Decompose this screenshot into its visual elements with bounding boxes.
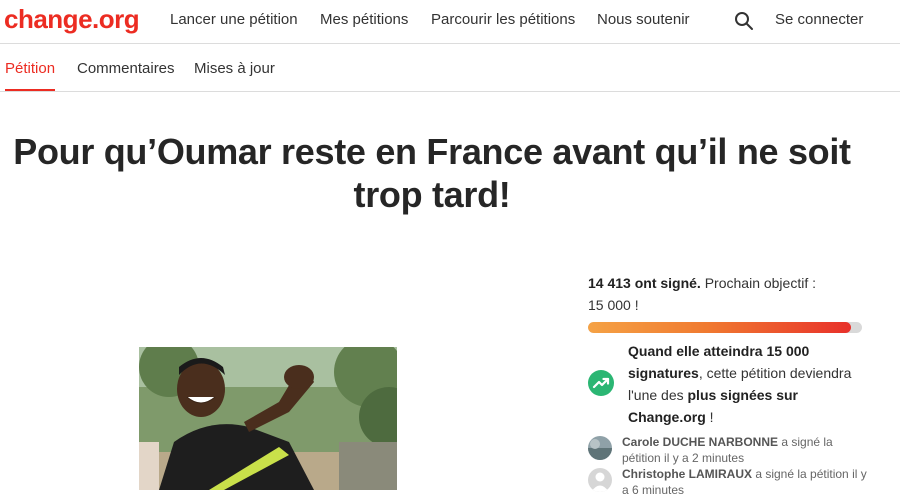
petition-photo [139, 347, 397, 490]
signer-text: Christophe LAMIRAUX a signé la pétition … [622, 466, 867, 498]
avatar [588, 436, 612, 460]
active-tab-indicator [5, 89, 55, 91]
signer-text: Carole DUCHE NARBONNE a signé la pétitio… [622, 434, 867, 466]
signer-name: Christophe LAMIRAUX [622, 467, 752, 481]
signature-progress-bar [588, 322, 862, 333]
nav-browse-petitions[interactable]: Parcourir les pétitions [431, 11, 575, 28]
next-goal-label: Prochain objectif : [704, 275, 817, 291]
tab-petition[interactable]: Pétition [5, 60, 55, 77]
login-link[interactable]: Se connecter [775, 11, 863, 28]
petition-tabs: Pétition Commentaires Mises à jour [0, 45, 900, 92]
signature-count-value: 14 413 ont signé. [588, 275, 701, 291]
petition-title-line2: trop tard! [353, 174, 511, 215]
nav-start-petition[interactable]: Lancer une pétition [170, 11, 298, 28]
top-navigation: change.org Lancer une pétition Mes pétit… [0, 0, 900, 44]
petition-title: Pour qu’Oumar reste en France avant qu’i… [0, 130, 864, 216]
change-org-logo[interactable]: change.org [4, 4, 140, 35]
signer-name: Carole DUCHE NARBONNE [622, 435, 779, 449]
tab-comments[interactable]: Commentaires [77, 60, 175, 77]
trending-up-icon [588, 370, 614, 396]
petition-title-line1: Pour qu’Oumar reste en France avant qu’i… [13, 131, 851, 172]
signature-progress-fill [588, 322, 852, 333]
nav-support-us[interactable]: Nous soutenir [597, 11, 690, 28]
next-goal-value: 15 000 ! [588, 297, 639, 313]
default-avatar-icon [588, 468, 612, 492]
goal-message-plain2: ! [705, 409, 714, 425]
nav-my-petitions[interactable]: Mes pétitions [320, 11, 408, 28]
signature-count: 14 413 ont signé. Prochain objectif : 15… [588, 272, 878, 316]
tab-updates[interactable]: Mises à jour [194, 60, 275, 77]
search-icon[interactable] [733, 10, 755, 32]
goal-message: Quand elle atteindra 15 000 signatures, … [628, 340, 868, 428]
